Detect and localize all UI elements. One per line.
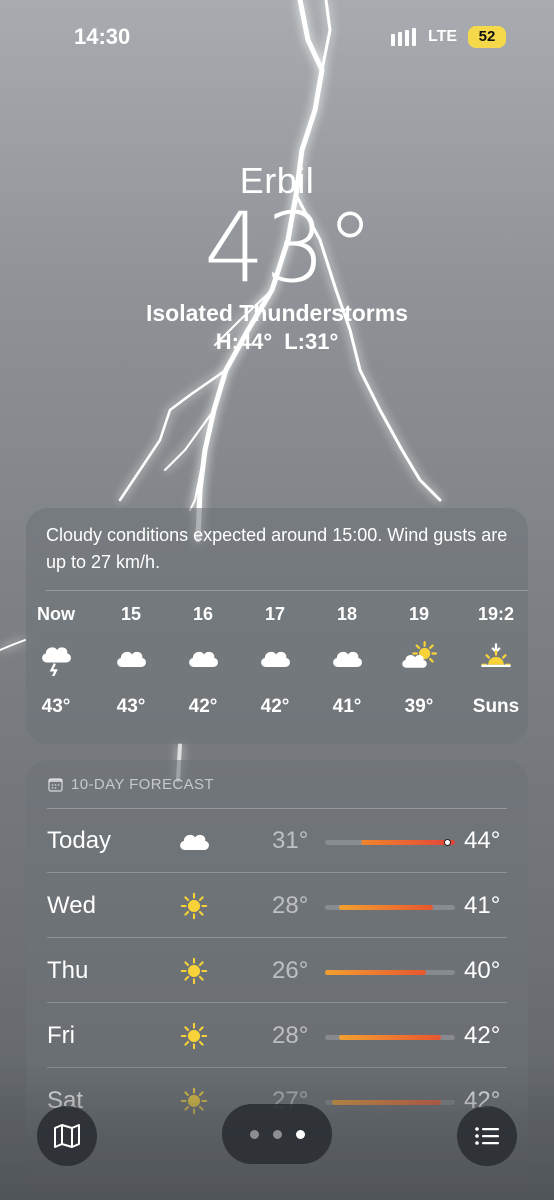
card-divider [46,590,528,591]
page-dot[interactable] [249,1129,259,1139]
hour-temp: 42° [260,696,290,717]
hour-icon [239,628,311,688]
day-icon [176,1018,212,1054]
day-row[interactable]: Thu 26° 40° [26,939,528,1003]
temp-range-track [325,970,455,975]
daily-title-label: 10-DAY FORECAST [71,776,214,793]
calendar-icon [48,778,63,792]
hour-label: 16 [192,604,214,624]
day-name: Wed [47,892,96,919]
daily-title: 10-DAY FORECAST [48,776,214,793]
day-high: 44° [464,827,501,854]
hour-temp: 39° [404,696,434,717]
hour-temp: 43° [116,696,146,717]
hour-label: 19 [408,604,430,624]
status-time: 14:30 [74,24,131,49]
cloud-icon [189,651,218,667]
hour-label: 17 [264,604,286,624]
high-low: H:44° L:31° [0,329,554,355]
hour-item: 19 39° [383,604,455,744]
page-dot[interactable] [272,1129,282,1139]
cloud-icon [117,651,146,667]
hour-icon [311,628,383,688]
day-icon [176,953,212,989]
row-divider [47,1002,507,1003]
hour-icon [26,628,92,688]
sun-icon [180,1022,208,1050]
high-temp: H:44° [215,329,273,354]
low-temp: L:31° [284,329,339,354]
temp-range-track [325,1035,455,1040]
day-row[interactable]: Wed 28° 41° [26,874,528,938]
temp-range-fill [339,905,434,910]
hour-icon [383,628,455,688]
cloud-icon [261,651,290,667]
hour-label: Now [37,604,75,624]
day-low: 31° [272,827,309,854]
day-name: Fri [47,1022,75,1049]
signal-bars-icon [391,28,416,46]
day-row[interactable]: Today 31° 44° [26,809,528,873]
day-high: 40° [464,957,501,984]
cloud-icon [180,834,209,850]
page-indicator[interactable] [222,1104,332,1164]
weather-summary: Cloudy conditions expected around 15:00.… [46,525,508,572]
hour-item: 17 42° [239,604,311,744]
hour-temp: 42° [188,696,218,717]
hourly-strip[interactable]: Now 43° 15 43° 16 42° 17 42° 18 41° 19 39° 19:2 Suns [26,604,528,744]
status-bar: 14:30 LTE 52 [0,0,554,76]
hour-icon [167,628,239,688]
temp-range-track [325,839,455,846]
temp-range-fill [339,1035,441,1040]
cloud-icon [333,651,362,667]
list-icon [475,1127,499,1145]
hour-label: 15 [120,604,142,624]
day-low: 26° [272,957,309,984]
day-icon [176,823,212,859]
sun-icon [180,892,208,920]
temp-range-fill [361,840,455,845]
day-high: 41° [464,892,501,919]
hour-item: 15 43° [95,604,167,744]
network-type: LTE [428,28,458,45]
temp-range-track [325,905,455,910]
day-icon [176,888,212,924]
sun-icon [180,957,208,985]
hour-item: 18 41° [311,604,383,744]
hour-temp: Suns [472,696,520,717]
thunderstorm-icon [42,647,71,676]
sunset-icon [481,643,511,667]
hour-item: 16 42° [167,604,239,744]
list-button[interactable] [457,1106,517,1166]
map-icon [54,1124,80,1148]
hour-item: Now 43° [26,604,92,744]
day-name: Today [47,827,112,854]
battery-indicator: 52 [468,26,506,48]
hour-icon [460,628,528,688]
current-temperature: 43° [203,192,375,304]
row-divider [47,872,507,873]
hour-temp: 41° [332,696,362,717]
map-button[interactable] [37,1106,97,1166]
hour-label: 19:2 [477,604,515,624]
day-name: Thu [47,957,89,984]
current-weather-header: Erbil 43° Isolated Thunderstorms H:44° L:… [0,160,554,355]
hour-icon [95,628,167,688]
hour-temp: 43° [41,696,71,717]
day-row[interactable]: Fri 28° 42° [26,1004,528,1068]
row-divider [47,937,507,938]
current-condition: Isolated Thunderstorms [146,300,408,326]
hour-label: 18 [336,604,358,624]
day-low: 28° [272,892,309,919]
partly-cloudy-icon [402,641,437,668]
hourly-forecast-card[interactable]: Cloudy conditions expected around 15:00.… [26,508,528,744]
temp-range-fill [325,970,427,975]
day-low: 28° [272,1022,309,1049]
page-dot[interactable] [295,1129,305,1139]
hour-item: 19:2 Suns [460,604,528,744]
day-high: 42° [464,1022,501,1049]
